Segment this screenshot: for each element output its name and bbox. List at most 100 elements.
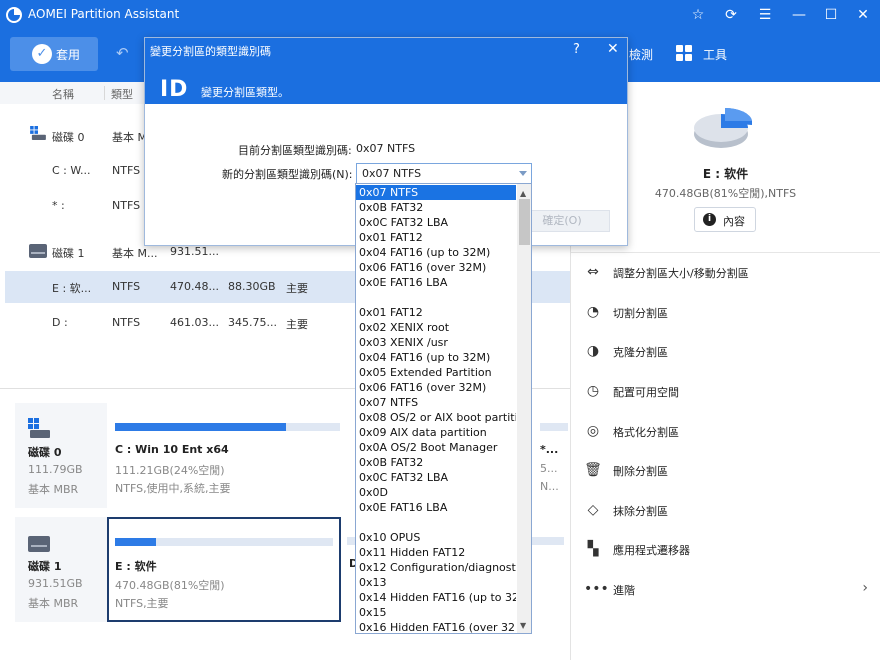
- usage-bar: [540, 423, 568, 431]
- op-resize-move[interactable]: ⇔ 調整分割區大小/移動分割區: [584, 261, 874, 285]
- row-name: 磁碟 0: [52, 131, 85, 144]
- menu-icon[interactable]: ☰: [754, 5, 776, 25]
- id-icon: ID: [160, 77, 189, 102]
- scroll-up-icon[interactable]: ▲: [520, 189, 526, 198]
- row-capacity: 470.48...: [170, 280, 219, 293]
- dropdown-option[interactable]: 0x04 FAT16 (up to 32M): [356, 350, 516, 365]
- dropdown-option[interactable]: 0x04 FAT16 (up to 32M): [356, 245, 516, 260]
- usage-bar: [115, 538, 333, 546]
- column-name-header[interactable]: 名稱: [52, 86, 74, 102]
- op-label: 調整分割區大小/移動分割區: [613, 267, 749, 280]
- partition-block[interactable]: *... 5... N...: [537, 403, 570, 508]
- dropdown-option[interactable]: 0x06 FAT16 (over 32M): [356, 380, 516, 395]
- disk-size: 931.51GB: [28, 577, 83, 590]
- dialog-close-button[interactable]: ✕: [607, 41, 619, 57]
- star-icon[interactable]: ☆: [687, 5, 709, 25]
- dropdown-option[interactable]: 0x0C FAT32 LBA: [356, 470, 516, 485]
- title-bar: AOMEI Partition Assistant ☆ ⟳ ☰ — ☐ ✕: [0, 0, 880, 30]
- dropdown-option[interactable]: 0x01 FAT12: [356, 305, 516, 320]
- dropdown-option[interactable]: 0x07 NTFS: [356, 395, 516, 410]
- more-icon: •••: [584, 581, 609, 597]
- dropdown-option[interactable]: 0x16 Hidden FAT16 (over 32M): [356, 620, 516, 633]
- allocate-icon: ◷: [586, 383, 600, 399]
- op-label: 應用程式遷移器: [613, 544, 690, 557]
- check-icon: ✓: [32, 44, 52, 64]
- dropdown-option[interactable]: 0x0A OS/2 Boot Manager: [356, 440, 516, 455]
- dropdown-option[interactable]: 0x12 Configuration/diagnostics: [356, 560, 516, 575]
- op-delete[interactable]: 🗑 刪除分割區: [584, 459, 874, 483]
- refresh-icon[interactable]: ⟳: [720, 5, 742, 25]
- properties-button[interactable]: i 內容: [694, 207, 756, 232]
- current-type-label: 目前分割區類型識別碼:: [238, 144, 352, 157]
- toolbar-wizard-item[interactable]: 檢測: [629, 46, 653, 63]
- help-icon[interactable]: ?: [573, 42, 580, 57]
- op-label: 刪除分割區: [613, 465, 668, 478]
- disk-type: 基本 MBR: [28, 483, 79, 496]
- dialog-header: 變更分割區的類型識別碼 ? ✕ ID 變更分割區類型。: [145, 38, 627, 104]
- dropdown-option[interactable]: 0x08 OS/2 or AIX boot partitio: [356, 410, 516, 425]
- dropdown-option[interactable]: 0x09 AIX data partition: [356, 425, 516, 440]
- apply-button[interactable]: ✓ 套用: [10, 37, 98, 71]
- toolbar-tools-item[interactable]: 工具: [703, 46, 727, 63]
- new-type-label: 新的分割區類型識別碼(N):: [222, 168, 353, 181]
- type-id-select[interactable]: 0x07 NTFS: [356, 163, 532, 184]
- op-format[interactable]: ◎ 格式化分割區: [584, 420, 874, 444]
- dropdown-option[interactable]: 0x10 OPUS: [356, 530, 516, 545]
- row-type: 基本 M...: [112, 247, 158, 260]
- dialog-title: 變更分割區的類型識別碼: [150, 45, 271, 58]
- disk-icon: [28, 536, 50, 552]
- dropdown-option-selected[interactable]: 0x07 NTFS: [356, 185, 516, 200]
- dropdown-option[interactable]: 0x11 Hidden FAT12: [356, 545, 516, 560]
- dropdown-option[interactable]: 0x13: [356, 575, 516, 590]
- dropdown-option[interactable]: 0x14 Hidden FAT16 (up to 32M: [356, 590, 516, 605]
- maximize-button[interactable]: ☐: [820, 5, 842, 25]
- op-split[interactable]: ◔ 切割分割區: [584, 301, 874, 325]
- panel-separator: [571, 252, 880, 253]
- dropdown-option[interactable]: 0x01 FAT12: [356, 230, 516, 245]
- row-status: 主要: [286, 282, 308, 295]
- dropdown-option[interactable]: 0x0E FAT16 LBA: [356, 500, 516, 515]
- dropdown-option[interactable]: 0x05 Extended Partition: [356, 365, 516, 380]
- close-window-button[interactable]: ✕: [852, 5, 874, 25]
- clone-icon: ◑: [586, 343, 600, 359]
- app-mover-icon: ▚: [587, 541, 599, 557]
- scrollbar-thumb[interactable]: [519, 199, 530, 245]
- dropdown-option[interactable]: 0x06 FAT16 (over 32M): [356, 260, 516, 275]
- dropdown-option[interactable]: 0x0B FAT32: [356, 455, 516, 470]
- tools-icon[interactable]: [676, 45, 692, 61]
- type-id-dropdown-list[interactable]: 0x07 NTFS 0x0B FAT32 0x0C FAT32 LBA 0x01 FA…: [355, 183, 532, 634]
- undo-icon[interactable]: ↶: [116, 44, 129, 62]
- row-used: 88.30GB: [228, 280, 276, 293]
- op-advanced[interactable]: ••• 進階 ›: [584, 578, 874, 602]
- op-wipe[interactable]: ◇ 抹除分割區: [584, 499, 874, 523]
- column-divider[interactable]: [104, 86, 105, 100]
- partition-block-selected[interactable]: E : 软件 470.48GB(81%空閒) NTFS,主要: [107, 517, 341, 622]
- dropdown-option[interactable]: 0x0D: [356, 485, 516, 500]
- disk-icon: [29, 244, 47, 258]
- dropdown-option[interactable]: 0x0E FAT16 LBA: [356, 275, 516, 290]
- dropdown-option[interactable]: 0x02 XENIX root: [356, 320, 516, 335]
- scroll-down-icon[interactable]: ▼: [520, 621, 526, 630]
- minimize-button[interactable]: —: [788, 5, 810, 25]
- column-type-header[interactable]: 類型: [111, 86, 133, 102]
- op-label: 克隆分割區: [613, 346, 668, 359]
- app-logo-icon: [6, 7, 22, 23]
- dropdown-option[interactable]: [356, 290, 516, 305]
- row-type: NTFS: [112, 199, 141, 212]
- dropdown-option[interactable]: 0x15: [356, 605, 516, 620]
- partition-name: *...: [540, 443, 559, 456]
- dropdown-option[interactable]: 0x0B FAT32: [356, 200, 516, 215]
- row-name: 磁碟 1: [52, 247, 85, 260]
- row-type: NTFS: [112, 280, 141, 293]
- op-label: 進階: [613, 584, 635, 597]
- op-app-mover[interactable]: ▚ 應用程式遷移器: [584, 538, 874, 562]
- dropdown-option[interactable]: 0x0C FAT32 LBA: [356, 215, 516, 230]
- apply-button-label: 套用: [56, 48, 81, 62]
- dropdown-scrollbar[interactable]: ▲ ▼: [517, 184, 531, 633]
- dropdown-option[interactable]: 0x03 XENIX /usr: [356, 335, 516, 350]
- op-clone[interactable]: ◑ 克隆分割區: [584, 340, 874, 364]
- op-label: 配置可用空間: [613, 386, 679, 399]
- dropdown-option[interactable]: [356, 515, 516, 530]
- op-allocate[interactable]: ◷ 配置可用空間: [584, 380, 874, 404]
- disk-size: 111.79GB: [28, 463, 83, 476]
